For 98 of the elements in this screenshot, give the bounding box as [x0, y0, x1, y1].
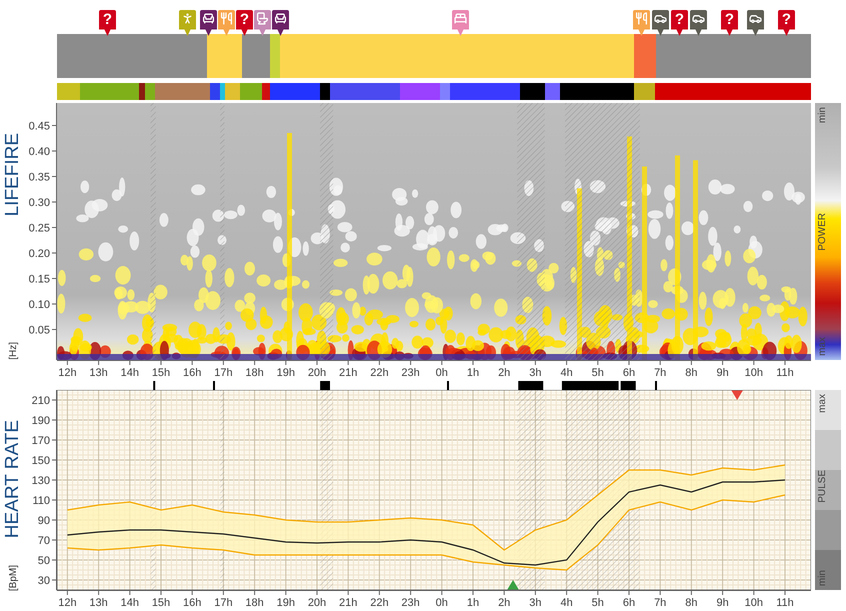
time-axis-label: 0h — [436, 597, 448, 609]
axis-tick-label: 110 — [32, 495, 50, 507]
car-activity-pin[interactable] — [747, 10, 764, 36]
bed-icon — [454, 12, 467, 25]
axis-tick-label: 50 — [38, 555, 50, 567]
time-axis-label: 16h — [183, 597, 202, 609]
time-axis-label: 12h — [58, 597, 77, 609]
armchair-icon — [274, 12, 287, 25]
walking-person-icon — [181, 12, 194, 25]
axis-tick-label: 0.40 — [28, 146, 50, 158]
fork-knife-icon — [220, 12, 233, 25]
unknown-activity-pin[interactable]: ? — [778, 10, 795, 36]
time-axis-label: 8h — [685, 597, 698, 609]
time-axis-label: 5h — [592, 367, 604, 379]
armchair-icon — [202, 12, 215, 25]
time-axis-label: 2h — [498, 597, 510, 609]
axis-tick-label: 0.05 — [28, 324, 50, 336]
time-axis-label: 18h — [245, 367, 264, 379]
time-axis-label: 8h — [685, 367, 698, 379]
axis-tick-label: 0.10 — [28, 299, 50, 311]
time-axis-label: 19h — [276, 367, 295, 379]
time-axis-label: 0h — [436, 367, 448, 379]
time-axis-label: 2h — [498, 367, 510, 379]
axis-tick-label: 150 — [32, 455, 50, 467]
time-axis-label: 21h — [339, 597, 358, 609]
time-axis-label: 11h — [776, 597, 794, 609]
time-axis-label: 10h — [744, 597, 763, 609]
time-axis-label: 15h — [152, 367, 170, 379]
time-axis-label: 17h — [214, 597, 233, 609]
time-axis-label: 3h — [529, 367, 542, 379]
fork-knife-icon — [635, 12, 648, 25]
scale-min-label: min — [817, 570, 828, 586]
chart-title: LIFEFIRE — [2, 133, 24, 216]
axis-tick-label: 0.20 — [28, 248, 50, 260]
time-axis-label: 12h — [58, 367, 77, 379]
time-axis-label: 1h — [466, 597, 480, 609]
scale-max-label: max — [817, 394, 828, 413]
scale-max-label: max — [817, 337, 828, 356]
time-axis-label: 7h — [654, 367, 666, 379]
axis-tick-label: 30 — [38, 575, 50, 587]
time-axis-label: 19h — [276, 597, 295, 609]
time-axis-label: 10h — [744, 367, 763, 379]
time-axis-label: 5h — [592, 597, 604, 609]
time-axis-label: 23h — [401, 597, 420, 609]
unknown-activity-pin[interactable]: ? — [236, 10, 253, 36]
car-icon — [654, 12, 667, 25]
time-axis-label: 14h — [120, 597, 139, 609]
axis-tick-label: 0.30 — [28, 197, 50, 209]
time-axis-label: 4h — [560, 367, 573, 379]
axis-tick-label: 0.25 — [28, 222, 50, 234]
axis-tick-label: 70 — [38, 535, 50, 547]
time-axis-label: 9h — [716, 597, 729, 609]
time-axis-label: 4h — [560, 597, 573, 609]
axis-tick-label: 0.15 — [28, 274, 50, 286]
car-icon — [692, 12, 705, 25]
recline-activity-pin[interactable] — [272, 10, 289, 36]
car-activity-pin[interactable] — [690, 10, 707, 36]
time-axis-label: 14h — [120, 367, 139, 379]
axis-tick-label: 210 — [32, 395, 50, 407]
time-axis-label: 20h — [308, 367, 326, 379]
axis-tick-label: 0.35 — [28, 172, 50, 184]
time-axis-label: 3h — [529, 597, 542, 609]
time-axis-label: 7h — [654, 597, 666, 609]
car-activity-pin[interactable] — [652, 10, 669, 36]
chart-title: HEART RATE — [2, 420, 24, 538]
scale-title: PULSE — [817, 470, 828, 503]
unknown-activity-pin[interactable]: ? — [721, 10, 738, 36]
eating-activity-pin[interactable] — [633, 10, 650, 36]
unknown-activity-pin[interactable]: ? — [671, 10, 688, 36]
axis-tick-label: 130 — [32, 475, 50, 487]
time-axis-label: 13h — [89, 367, 108, 379]
car-icon — [749, 12, 762, 25]
unit-label: [Hz] — [8, 342, 18, 360]
axis-tick-label: 170 — [32, 435, 50, 447]
recline-activity-pin[interactable] — [200, 10, 217, 36]
time-axis-label: 11h — [776, 367, 794, 379]
toilet-icon — [256, 12, 269, 25]
scale-title: POWER — [817, 213, 828, 251]
unknown-activity-pin[interactable]: ? — [99, 10, 116, 36]
time-axis-label: 17h — [214, 367, 233, 379]
axis-tick-label: 190 — [32, 415, 50, 427]
time-axis-label: 22h — [370, 597, 389, 609]
scale-min-label: min — [817, 107, 828, 124]
time-axis-label: 9h — [716, 367, 729, 379]
time-axis-label: 13h — [89, 597, 108, 609]
axis-tick-label: 90 — [38, 515, 50, 527]
time-axis-label: 23h — [401, 367, 420, 379]
unit-label: [BpM] — [8, 564, 18, 591]
time-axis-label: 21h — [339, 367, 358, 379]
axis-tick-label: 0.45 — [28, 120, 50, 132]
time-axis-label: 22h — [370, 367, 389, 379]
time-axis-label: 1h — [466, 367, 480, 379]
time-axis-label: 6h — [622, 367, 636, 379]
time-axis-label: 16h — [183, 367, 202, 379]
time-axis-label: 15h — [152, 597, 170, 609]
time-axis-label: 6h — [622, 597, 636, 609]
time-axis-label: 18h — [245, 597, 264, 609]
time-axis-label: 20h — [308, 597, 326, 609]
